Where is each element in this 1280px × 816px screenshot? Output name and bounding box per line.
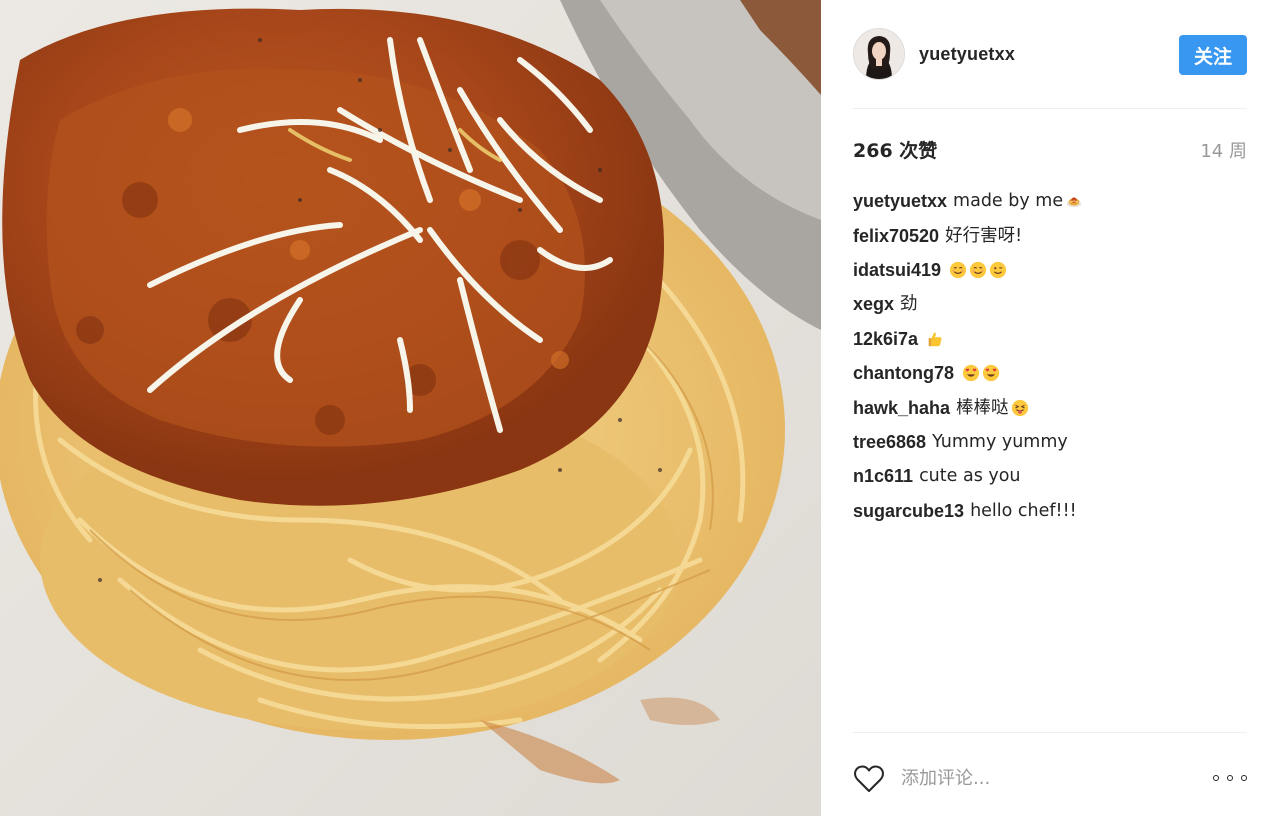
comment-input[interactable] [901, 762, 1171, 794]
avatar-icon [854, 29, 904, 79]
post-viewer: yuetyuetxx 关注 266 次赞 14 周 yuetyuetxx made… [0, 0, 1280, 816]
more-options-icon[interactable] [1213, 770, 1247, 786]
heart-outline-icon[interactable] [853, 764, 885, 794]
comment-username[interactable]: yuetyuetxx [853, 184, 947, 218]
comment-item: yuetyuetxx made by me [853, 184, 1247, 218]
comment-username[interactable]: xegx [853, 287, 894, 321]
comment-item: felix70520 好行害呀! [853, 218, 1247, 252]
footer-divider [853, 732, 1247, 733]
spaghetti-photo [0, 0, 821, 816]
heart-eyes-emoji-icon [982, 365, 1000, 382]
header-divider [853, 108, 1247, 109]
post-age[interactable]: 14 周 [1200, 137, 1247, 163]
comment-item: hawk_haha 棒棒哒 [853, 390, 1247, 424]
comment-item: 12k6i7a [853, 322, 1247, 356]
comment-item: xegx 劲 [853, 287, 1247, 321]
dot-icon [1227, 775, 1233, 781]
comment-username[interactable]: hawk_haha [853, 391, 950, 425]
comment-text: 劲 [900, 294, 918, 315]
comment-username[interactable]: chantong78 [853, 356, 954, 390]
comment-username[interactable]: idatsui419 [853, 253, 941, 287]
comment-item: tree6868 Yummy yummy [853, 425, 1247, 459]
comment-text: Yummy yummy [932, 431, 1068, 452]
comment-text: 棒棒哒 [956, 397, 1009, 418]
like-count[interactable]: 266 次赞 [853, 136, 937, 163]
heart-outline-icon-svg [854, 765, 884, 792]
dot-icon [1241, 775, 1247, 781]
comment-text: cute as you [919, 466, 1021, 487]
spaghetti-emoji-icon [1066, 197, 1082, 208]
smiling-face-emoji-icon [949, 261, 967, 279]
follow-button[interactable]: 关注 [1179, 35, 1247, 75]
comment-item: chantong78 [853, 356, 1247, 390]
thumbs-up-emoji-icon [928, 332, 942, 346]
comment-username[interactable]: n1c611 [853, 459, 913, 493]
comment-username[interactable]: 12k6i7a [853, 322, 918, 356]
winking-face-emoji-icon [989, 261, 1007, 279]
comment-text: 好行害呀! [945, 225, 1023, 246]
dot-icon [1213, 775, 1219, 781]
comment-username[interactable]: tree6868 [853, 425, 926, 459]
comment-item: sugarcube13 hello chef!!! [853, 494, 1247, 528]
post-photo[interactable] [0, 0, 821, 816]
post-header: yuetyuetxx 关注 [853, 28, 1247, 82]
comment-username[interactable]: felix70520 [853, 219, 939, 253]
comment-item: idatsui419 [853, 253, 1247, 287]
smiling-face-emoji-icon [969, 261, 987, 279]
author-username[interactable]: yuetyuetxx [919, 44, 1015, 65]
comment-list: yuetyuetxx made by me felix70520 好行害呀! idats… [853, 184, 1247, 528]
comment-item: n1c611 cute as you [853, 459, 1247, 493]
comment-text: made by me [953, 191, 1064, 212]
comment-username[interactable]: sugarcube13 [853, 494, 964, 528]
tongue-face-emoji-icon [1011, 399, 1028, 416]
post-side-panel: yuetyuetxx 关注 266 次赞 14 周 yuetyuetxx made… [821, 0, 1280, 816]
profile-avatar[interactable] [853, 28, 905, 80]
comment-text: hello chef!!! [970, 500, 1077, 521]
heart-eyes-emoji-icon [962, 365, 980, 382]
